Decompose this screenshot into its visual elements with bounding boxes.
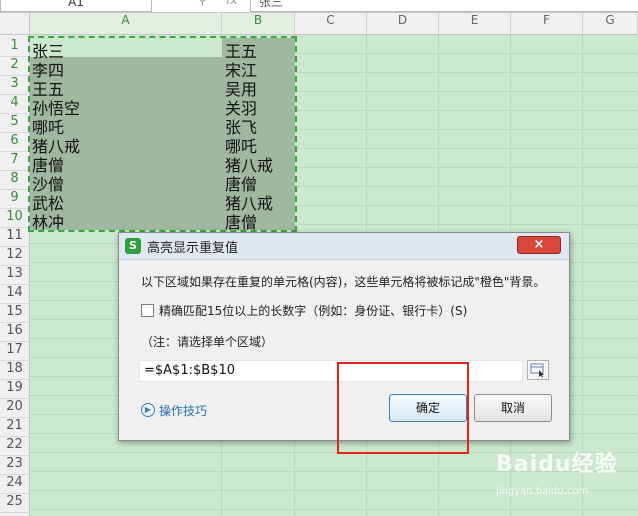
column-header-b[interactable]: B: [222, 13, 295, 34]
cell-a4[interactable]: 孙悟空: [32, 95, 80, 118]
cell-b8[interactable]: 唐僧: [225, 171, 257, 194]
formula-bar: A1 ⚲ fx 张三: [0, 0, 638, 13]
wps-app-icon: S: [125, 238, 141, 254]
column-header-a[interactable]: A: [30, 13, 222, 34]
cell-b5[interactable]: 张飞: [225, 114, 257, 137]
close-button[interactable]: ×: [517, 236, 561, 254]
cell-b9[interactable]: 猪八戒: [225, 190, 273, 213]
row-header-4[interactable]: 4: [0, 95, 29, 114]
cell-a5[interactable]: 哪吒: [32, 114, 64, 137]
row-header-23[interactable]: 23: [0, 456, 29, 475]
row-header: 1 2 3 4 5 6 7 8 9 10 11 12 13 14 15 16 1…: [0, 35, 30, 516]
formula-input[interactable]: 张三: [250, 0, 638, 12]
row-header-18[interactable]: 18: [0, 361, 29, 380]
row-header-1[interactable]: 1: [0, 38, 29, 57]
column-header: A B C D E F G: [0, 13, 638, 35]
watermark-logo: Baidu经验: [496, 452, 618, 477]
cell-b10[interactable]: 唐僧: [225, 209, 257, 232]
annotation-highlight-box: [337, 362, 469, 454]
row-header-7[interactable]: 7: [0, 152, 29, 171]
cell-a7[interactable]: 唐僧: [32, 152, 64, 175]
tips-link[interactable]: 操作技巧: [159, 402, 207, 419]
cell-b1[interactable]: 王五: [225, 38, 257, 61]
row-header-10[interactable]: 10: [0, 209, 29, 228]
zoom-icon[interactable]: ⚲: [198, 0, 207, 7]
name-box[interactable]: A1: [0, 0, 152, 12]
row-header-3[interactable]: 3: [0, 76, 29, 95]
row-header-12[interactable]: 12: [0, 247, 29, 266]
dialog-note: （注：请选择单个区域）: [141, 335, 274, 349]
long-number-checkbox[interactable]: [141, 304, 154, 317]
column-header-g[interactable]: G: [583, 13, 638, 34]
cell-a10[interactable]: 林冲: [32, 209, 64, 232]
dialog-titlebar[interactable]: S 高亮显示重复值 ×: [119, 233, 569, 260]
row-header-14[interactable]: 14: [0, 285, 29, 304]
row-header-21[interactable]: 21: [0, 418, 29, 437]
cell-b6[interactable]: 哪吒: [225, 133, 257, 156]
range-picker-icon: [530, 363, 544, 378]
watermark-url: jingyan.baidu.com: [496, 486, 589, 497]
row-header-5[interactable]: 5: [0, 114, 29, 133]
dialog-description: 以下区域如果存在重复的单元格(内容)，这些单元格将被标记成"橙色"背景。: [141, 275, 546, 289]
row-header-19[interactable]: 19: [0, 380, 29, 399]
long-number-checkbox-label[interactable]: 精确匹配15位以上的长数字（例如：身份证、银行卡）(S): [159, 302, 467, 319]
row-header-20[interactable]: 20: [0, 399, 29, 418]
row-header-22[interactable]: 22: [0, 437, 29, 456]
row-header-25[interactable]: 25: [0, 494, 29, 513]
cell-a3[interactable]: 王五: [32, 76, 64, 99]
row-header-2[interactable]: 2: [0, 57, 29, 76]
range-select-button[interactable]: [527, 360, 549, 380]
cell-b4[interactable]: 关羽: [225, 95, 257, 118]
cell-a8[interactable]: 沙僧: [32, 171, 64, 194]
column-header-f[interactable]: F: [511, 13, 583, 34]
dialog-title: 高亮显示重复值: [147, 241, 239, 256]
play-icon[interactable]: ▶: [141, 403, 155, 417]
cancel-button[interactable]: 取消: [474, 394, 552, 422]
row-header-24[interactable]: 24: [0, 475, 29, 494]
fx-area: ⚲ fx: [196, 0, 248, 10]
cell-b3[interactable]: 吴用: [225, 76, 257, 99]
row-header-11[interactable]: 11: [0, 228, 29, 247]
row-header-13[interactable]: 13: [0, 266, 29, 285]
column-header-c[interactable]: C: [295, 13, 367, 34]
cell-a2[interactable]: 李四: [32, 57, 64, 80]
row-header-15[interactable]: 15: [0, 304, 29, 323]
cell-a6[interactable]: 猪八戒: [32, 133, 80, 156]
select-all-corner[interactable]: [0, 13, 30, 34]
row-header-6[interactable]: 6: [0, 133, 29, 152]
cell-b2[interactable]: 宋江: [225, 57, 257, 80]
row-header-8[interactable]: 8: [0, 171, 29, 190]
watermark: Baidu经验 jingyan.baidu.com: [488, 446, 628, 510]
column-header-e[interactable]: E: [439, 13, 511, 34]
row-header-9[interactable]: 9: [0, 190, 29, 209]
row-header-16[interactable]: 16: [0, 323, 29, 342]
cell-a9[interactable]: 武松: [32, 190, 64, 213]
column-header-d[interactable]: D: [367, 13, 439, 34]
fx-icon[interactable]: fx: [226, 0, 237, 7]
cell-b7[interactable]: 猪八戒: [225, 152, 273, 175]
row-header-17[interactable]: 17: [0, 342, 29, 361]
cell-a1[interactable]: 张三: [32, 38, 64, 61]
